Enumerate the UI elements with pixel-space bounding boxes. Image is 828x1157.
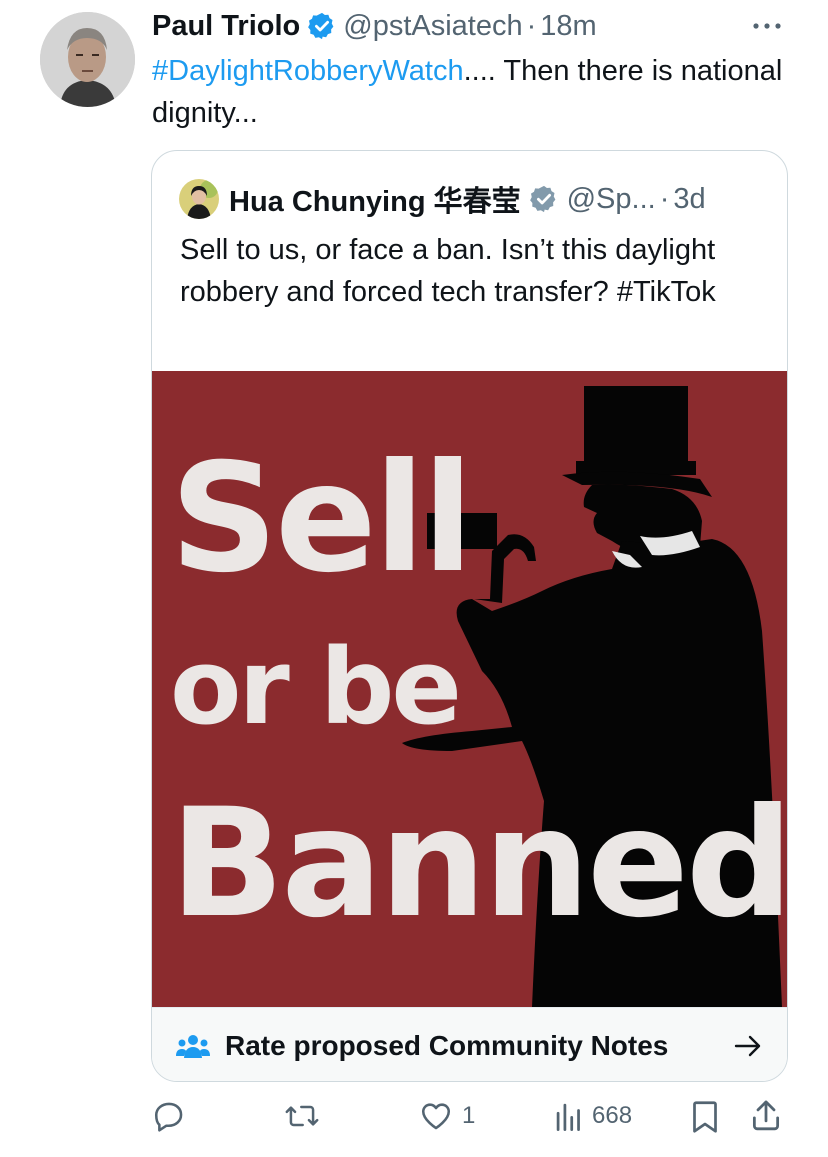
tweet-action-bar: 1 668 [0,1095,828,1141]
separator-dot: · [526,10,537,42]
quoted-author-avatar[interactable] [179,179,219,219]
poster-text-sell: Sell [170,432,474,606]
poster-text-banned: Banned [170,777,788,951]
quoted-tweet-card[interactable]: Hua Chunying 华春莹 @Sp... · 3d Sell to us,… [151,150,788,1082]
share-icon [750,1097,782,1133]
views-button[interactable]: 668 [554,1099,632,1133]
quoted-author-name[interactable]: Hua Chunying 华春莹 [229,178,521,220]
hashtag-link[interactable]: #DaylightRobberyWatch [152,55,464,87]
quoted-tweet-image[interactable]: Sell or be Banned [152,371,788,1007]
author-handle[interactable]: @pstAsiatech [343,6,522,46]
retweet-icon [284,1099,320,1133]
community-people-icon [175,1032,211,1060]
bookmark-icon [690,1099,720,1135]
author-avatar[interactable] [40,12,135,107]
reply-button[interactable] [152,1099,194,1133]
views-chart-icon [554,1099,584,1133]
verified-badge-icon[interactable] [307,11,337,41]
heart-icon [418,1099,454,1133]
poster-text-or-be: or be [170,626,462,748]
reply-icon [152,1099,186,1133]
like-count: 1 [462,1102,476,1129]
tweet-header: Paul Triolo @pstAsiatech · 18m [152,6,597,46]
quoted-author-handle[interactable]: @Sp... [567,183,656,216]
more-options-icon[interactable] [750,16,784,36]
author-name[interactable]: Paul Triolo [152,6,300,46]
separator-dot: · [659,182,670,215]
bookmark-button[interactable] [690,1099,720,1135]
quoted-tweet-text: Sell to us, or face a ban. Isn’t this da… [180,234,716,308]
like-button[interactable]: 1 [418,1099,475,1133]
tweet-timestamp[interactable]: 18m [540,6,596,46]
quoted-timestamp[interactable]: 3d [673,183,705,216]
views-count: 668 [592,1102,633,1129]
retweet-button[interactable] [284,1099,328,1133]
community-notes-label: Rate proposed Community Notes [225,1029,669,1061]
arrow-right-icon [733,1032,763,1060]
community-notes-bar[interactable]: Rate proposed Community Notes [152,1007,787,1081]
gov-verified-badge-icon[interactable] [529,184,559,214]
share-button[interactable] [750,1097,782,1133]
tweet-text: #DaylightRobberyWatch.... Then there is … [152,50,792,134]
quoted-tweet-header: Hua Chunying 华春莹 @Sp... · 3d [179,179,763,219]
